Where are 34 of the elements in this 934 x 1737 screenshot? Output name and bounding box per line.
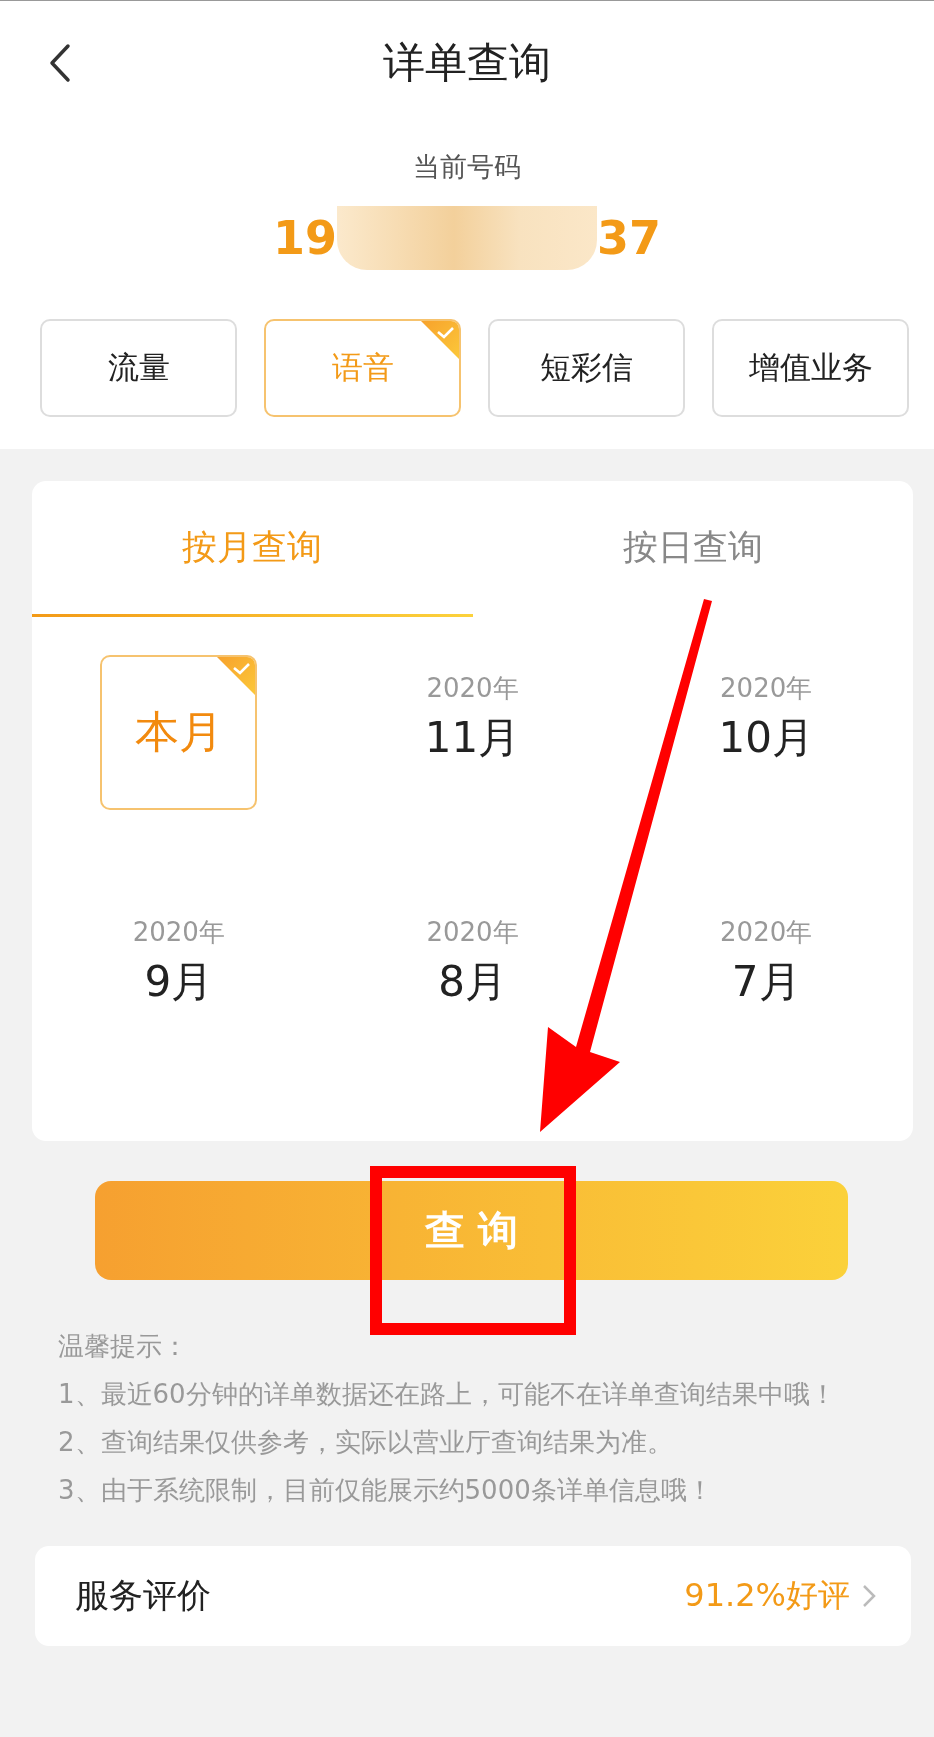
year-label: 2020年 — [132, 916, 225, 949]
back-icon[interactable] — [48, 43, 72, 83]
month-label: 7月 — [731, 956, 801, 1008]
tip-text: 2、查询结果仅供参考，实际以营业厅查询结果为准。 — [58, 1426, 674, 1459]
category-tab[interactable]: 短彩信 — [488, 319, 685, 417]
check-corner-icon — [420, 321, 459, 360]
month-label: 11月 — [424, 712, 521, 764]
year-label: 2020年 — [426, 916, 519, 949]
month-option[interactable]: 2020年 9月 — [124, 913, 233, 1012]
page-title: 详单查询 — [383, 37, 551, 89]
year-label: 2020年 — [426, 672, 519, 705]
month-label: 9月 — [144, 956, 214, 1008]
month-label: 8月 — [438, 956, 507, 1008]
rating-card[interactable]: 服务评价 91.2%好评 — [35, 1546, 911, 1646]
month-option[interactable]: 2020年 8月 — [418, 913, 527, 1012]
month-label: 10月 — [718, 712, 814, 764]
tips-title: 温馨提示： — [58, 1330, 189, 1363]
phone-number-end: 37 — [597, 211, 661, 265]
tip-text: 3、由于系统限制，目前仅能展示约5000条详单信息哦！ — [58, 1474, 714, 1507]
month-option[interactable]: 2020年 11月 — [416, 669, 529, 768]
year-label: 2020年 — [720, 672, 813, 705]
category-tab[interactable]: 流量 — [40, 319, 237, 417]
query-tab[interactable]: 按日查询 — [472, 481, 913, 617]
chevron-icon — [862, 1584, 876, 1608]
check-corner-icon — [216, 657, 256, 696]
rating-label: 服务评价 — [75, 1574, 211, 1617]
rating-value: 91.2%好评 — [684, 1575, 850, 1616]
number-label: 当前号码 — [412, 150, 522, 184]
month-option[interactable]: 2020年 10月 — [710, 669, 822, 768]
month-option[interactable]: 2020年 7月 — [712, 913, 821, 1012]
category-tab[interactable]: 增值业务 — [712, 319, 909, 417]
phone-number-start: 19 — [273, 211, 337, 265]
tip-text: 1、最近60分钟的详单数据还在路上，可能不在详单查询结果中哦！ — [58, 1378, 837, 1411]
year-label: 2020年 — [720, 916, 813, 949]
